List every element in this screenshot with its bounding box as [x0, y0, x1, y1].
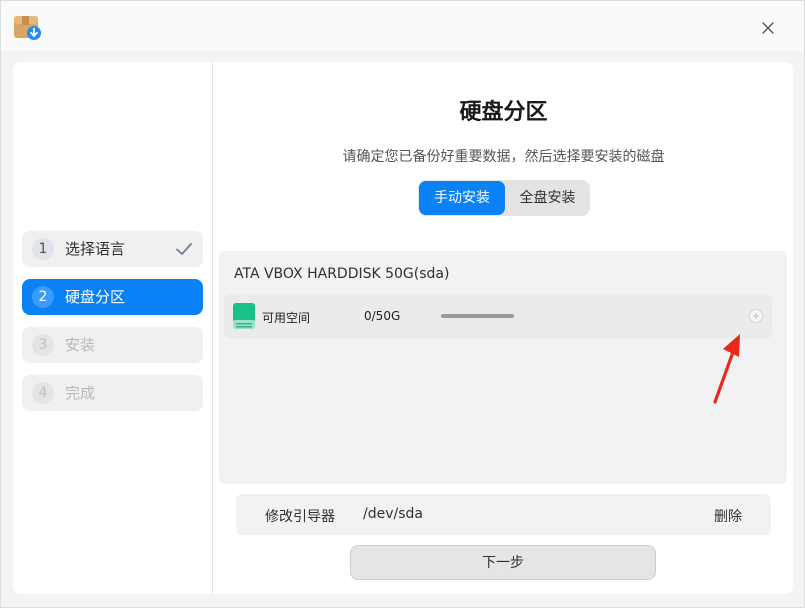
disk-partition-icon	[233, 303, 255, 329]
content-panel: 1 选择语言 2 硬盘分区 3 安装 4 完成 硬盘分区 请确定您已备份好重要数…	[13, 62, 793, 594]
step-install: 3 安装	[22, 327, 203, 363]
page-subtitle: 请确定您已备份好重要数据，然后选择要安装的磁盘	[342, 149, 665, 165]
install-mode-switch: 手动安装 全盘安装	[418, 180, 590, 216]
partition-name: 可用空间	[262, 311, 311, 325]
step-disk-partition: 2 硬盘分区	[22, 279, 203, 315]
step-label: 选择语言	[65, 240, 126, 258]
add-partition-icon[interactable]	[748, 308, 764, 324]
close-icon[interactable]	[754, 14, 782, 42]
installer-window: 1 选择语言 2 硬盘分区 3 安装 4 完成 硬盘分区 请确定您已备份好重要数…	[0, 0, 805, 608]
installer-icon	[14, 16, 41, 40]
bootloader-label: 修改引导器	[265, 509, 335, 525]
step-label: 完成	[65, 384, 96, 402]
disk-name: ATA VBOX HARDDISK 50G(sda)	[234, 266, 450, 282]
partition-usage-bar	[441, 314, 514, 318]
page-title: 硬盘分区	[459, 100, 548, 125]
bootloader-row: 修改引导器 /dev/sda 删除	[236, 494, 771, 535]
tab-full-disk-install[interactable]: 全盘安装	[506, 181, 589, 215]
step-number: 2	[32, 286, 54, 308]
check-icon	[176, 243, 192, 255]
step-select-language: 1 选择语言	[22, 231, 203, 267]
step-sidebar: 1 选择语言 2 硬盘分区 3 安装 4 完成	[13, 62, 213, 594]
delete-button[interactable]: 删除	[714, 506, 742, 526]
title-bar	[1, 1, 804, 51]
partition-size: 0/50G	[364, 309, 401, 323]
next-step-button[interactable]: 下一步	[350, 545, 656, 580]
bootloader-device[interactable]: /dev/sda	[363, 506, 423, 522]
step-finish: 4 完成	[22, 375, 203, 411]
step-label: 安装	[65, 336, 96, 354]
step-number: 4	[32, 382, 54, 404]
step-number: 1	[32, 238, 54, 260]
partition-row[interactable]: 可用空间 0/50G	[224, 294, 772, 339]
step-label: 硬盘分区	[65, 288, 126, 306]
step-number: 3	[32, 334, 54, 356]
red-arrow-annotation-icon	[713, 334, 740, 404]
tab-manual-install[interactable]: 手动安装	[419, 181, 505, 215]
